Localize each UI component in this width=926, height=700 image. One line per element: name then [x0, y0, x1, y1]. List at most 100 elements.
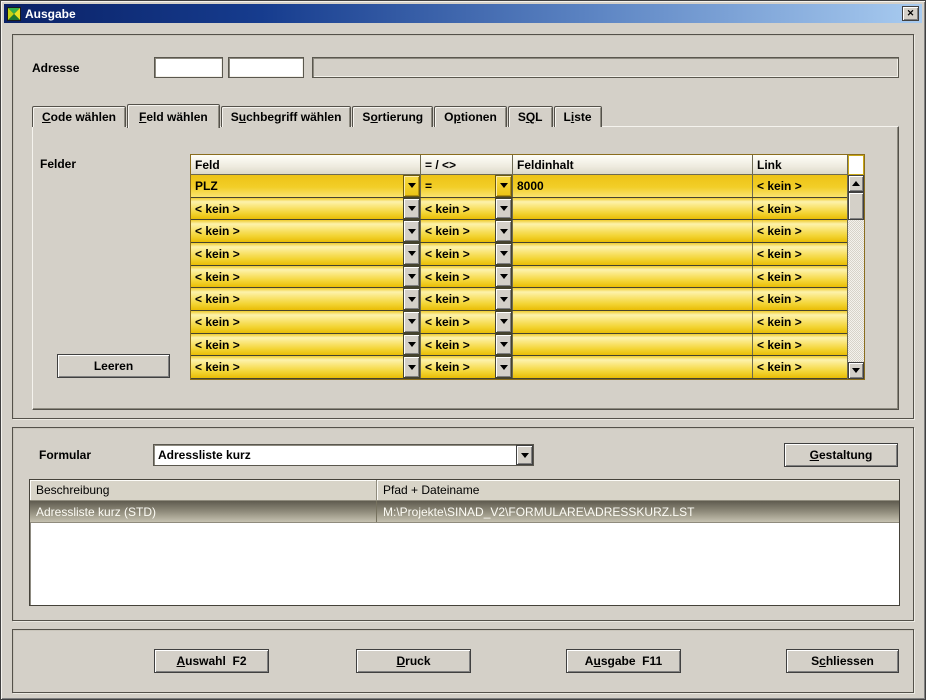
druck-button[interactable]: Druck — [356, 649, 471, 673]
feld-combobox[interactable]: PLZ — [191, 175, 421, 197]
dropdown-button[interactable] — [403, 243, 420, 265]
feld-combobox[interactable]: < kein > — [191, 266, 421, 288]
dropdown-button[interactable] — [403, 266, 420, 288]
scroll-up-button[interactable] — [848, 175, 864, 192]
tab-liste[interactable]: Liste — [554, 106, 602, 127]
table-row[interactable]: Adressliste kurz (STD) M:\Projekte\SINAD… — [30, 501, 899, 523]
link-cell[interactable]: < kein > — [753, 311, 847, 333]
schliessen-button[interactable]: Schliessen — [786, 649, 899, 673]
action-panel: Auswahl F2 Druck Ausgabe F11 Schliessen — [12, 629, 914, 693]
gestaltung-button[interactable]: Gestaltung — [784, 443, 898, 467]
dropdown-button[interactable] — [403, 311, 420, 333]
operator-combobox[interactable]: < kein > — [421, 311, 513, 333]
feldinhalt-cell[interactable] — [513, 220, 753, 242]
feldinhalt-cell[interactable] — [513, 243, 753, 265]
table-row[interactable]: < kein > < kein > < kein > — [191, 311, 847, 334]
table-row[interactable]: < kein > < kein > < kein > — [191, 266, 847, 289]
tab-optionen[interactable]: Optionen — [434, 106, 507, 127]
dropdown-button[interactable] — [403, 288, 420, 310]
dropdown-button[interactable] — [403, 334, 420, 356]
feld-combobox[interactable]: < kein > — [191, 220, 421, 242]
feldinhalt-cell[interactable] — [513, 356, 753, 378]
table-row[interactable]: PLZ = 8000 < kein > — [191, 175, 847, 198]
dropdown-button[interactable] — [403, 198, 420, 220]
chevron-down-icon — [408, 206, 416, 211]
feld-combobox[interactable]: < kein > — [191, 356, 421, 378]
chevron-down-icon — [408, 251, 416, 256]
dropdown-button[interactable] — [495, 243, 512, 265]
leeren-button[interactable]: Leeren — [57, 354, 170, 378]
dropdown-button[interactable] — [403, 356, 420, 378]
tab-sql[interactable]: SQL — [508, 106, 553, 127]
dropdown-button[interactable] — [495, 288, 512, 310]
tab-feld-waehlen[interactable]: Feld wählen — [127, 104, 220, 128]
beschreibung-cell[interactable]: Adressliste kurz (STD) — [30, 501, 377, 522]
vertical-scrollbar[interactable] — [847, 155, 864, 379]
operator-combobox[interactable]: = — [421, 175, 513, 197]
chevron-down-icon — [408, 297, 416, 302]
dropdown-button[interactable] — [403, 220, 420, 242]
column-header-feld: Feld — [191, 155, 421, 174]
table-row[interactable]: < kein > < kein > < kein > — [191, 220, 847, 243]
dropdown-button[interactable] — [495, 266, 512, 288]
link-cell[interactable]: < kein > — [753, 334, 847, 356]
titlebar[interactable]: Ausgabe ✕ — [4, 4, 922, 23]
dropdown-button[interactable] — [495, 175, 512, 197]
link-cell[interactable]: < kein > — [753, 266, 847, 288]
tab-code-waehlen[interactable]: Code wählen — [32, 106, 126, 127]
operator-combobox[interactable]: < kein > — [421, 198, 513, 220]
operator-combobox[interactable]: < kein > — [421, 334, 513, 356]
scrollbar-thumb[interactable] — [848, 192, 864, 220]
operator-combobox[interactable]: < kein > — [421, 220, 513, 242]
link-cell[interactable]: < kein > — [753, 243, 847, 265]
link-cell[interactable]: < kein > — [753, 288, 847, 310]
feld-combobox[interactable]: < kein > — [191, 243, 421, 265]
table-row[interactable]: < kein > < kein > < kein > — [191, 288, 847, 311]
feldinhalt-cell[interactable] — [513, 266, 753, 288]
auswahl-f2-button[interactable]: Auswahl F2 — [154, 649, 269, 673]
operator-combobox[interactable]: < kein > — [421, 266, 513, 288]
table-row[interactable]: < kein > < kein > < kein > — [191, 356, 847, 379]
link-cell[interactable]: < kein > — [753, 220, 847, 242]
link-cell[interactable]: < kein > — [753, 175, 847, 197]
dropdown-button[interactable] — [495, 311, 512, 333]
feld-combobox[interactable]: < kein > — [191, 334, 421, 356]
dropdown-button[interactable] — [403, 175, 420, 197]
dropdown-button[interactable] — [516, 445, 533, 465]
chevron-down-icon — [500, 342, 508, 347]
table-row[interactable]: < kein > < kein > < kein > — [191, 198, 847, 221]
dropdown-button[interactable] — [495, 334, 512, 356]
column-header-operator: = / <> — [421, 155, 513, 174]
table-row[interactable]: < kein > < kein > < kein > — [191, 243, 847, 266]
scroll-down-button[interactable] — [848, 362, 864, 379]
operator-combobox[interactable]: < kein > — [421, 356, 513, 378]
ausgabe-f11-button[interactable]: Ausgabe F11 — [566, 649, 681, 673]
feldinhalt-cell[interactable] — [513, 198, 753, 220]
adresse-display-field — [312, 57, 899, 78]
feld-combobox[interactable]: < kein > — [191, 198, 421, 220]
operator-combobox[interactable]: < kein > — [421, 288, 513, 310]
table-row[interactable]: < kein > < kein > < kein > — [191, 334, 847, 357]
dropdown-button[interactable] — [495, 198, 512, 220]
feld-combobox[interactable]: < kein > — [191, 288, 421, 310]
feld-combobox[interactable]: < kein > — [191, 311, 421, 333]
adresse-input-1[interactable] — [154, 57, 223, 78]
feldinhalt-cell[interactable] — [513, 288, 753, 310]
operator-combobox[interactable]: < kein > — [421, 243, 513, 265]
fields-table-header: Feld = / <> Feldinhalt Link — [191, 155, 847, 175]
formular-combobox[interactable]: Adressliste kurz — [153, 444, 534, 466]
tab-suchbegriff-waehlen[interactable]: Suchbegriff wählen — [221, 106, 352, 127]
feldinhalt-cell[interactable] — [513, 311, 753, 333]
tab-sortierung[interactable]: Sortierung — [352, 106, 433, 127]
chevron-down-icon — [500, 251, 508, 256]
feldinhalt-cell[interactable]: 8000 — [513, 175, 753, 197]
feldinhalt-cell[interactable] — [513, 334, 753, 356]
adresse-input-2[interactable] — [228, 57, 304, 78]
pfad-dateiname-cell[interactable]: M:\Projekte\SINAD_V2\FORMULARE\ADRESSKUR… — [377, 501, 899, 522]
dropdown-button[interactable] — [495, 356, 512, 378]
link-cell[interactable]: < kein > — [753, 356, 847, 378]
dropdown-button[interactable] — [495, 220, 512, 242]
scrollbar-track[interactable] — [848, 220, 864, 362]
close-button[interactable]: ✕ — [902, 6, 919, 21]
link-cell[interactable]: < kein > — [753, 198, 847, 220]
